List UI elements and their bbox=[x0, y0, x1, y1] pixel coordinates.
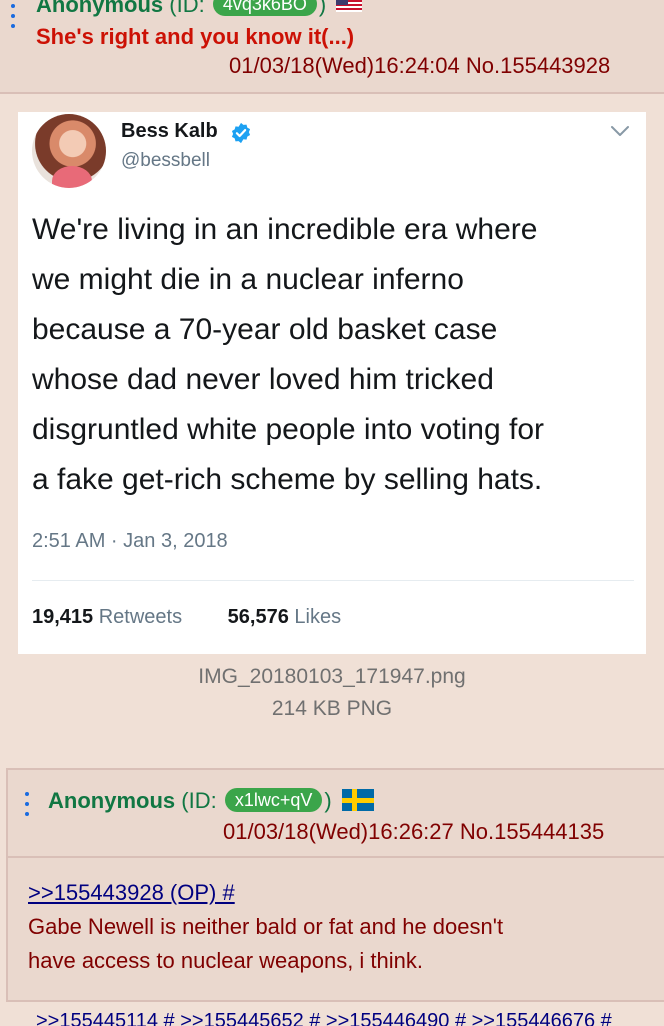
tweet-handle: @bessbell bbox=[121, 150, 210, 171]
post-subject: She's right and you know it(...) bbox=[36, 24, 355, 49]
likes-count: 56,576 bbox=[227, 606, 289, 628]
poster-info: Anonymous (ID: 4vq3k6BO) bbox=[36, 0, 363, 18]
post-reply: Anonymous (ID: x1lwc+qV) 01/03/18(Wed)16… bbox=[6, 768, 664, 1002]
chevron-down-icon bbox=[611, 126, 629, 136]
likes-stat: 56,576 Likes bbox=[228, 606, 341, 629]
post-number[interactable]: No.155444135 bbox=[460, 819, 604, 844]
post-menu-icon[interactable] bbox=[6, 0, 20, 40]
poster-id-prefix: (ID: bbox=[169, 0, 205, 17]
quote-link[interactable]: >>155443928 (OP) # bbox=[28, 876, 658, 910]
post-header: Anonymous (ID: x1lwc+qV) 01/03/18(Wed)16… bbox=[8, 770, 664, 858]
backlinks: >>155445114 # >>155445652 # >>155446490 … bbox=[6, 1000, 664, 1026]
post-body-line: have access to nuclear weapons, i think. bbox=[28, 948, 424, 973]
retweets-label: Retweets bbox=[98, 606, 183, 628]
post-dateline: 01/03/18(Wed)16:26:27 No.155444135 bbox=[223, 819, 604, 845]
retweets-count: 19,415 bbox=[32, 606, 94, 628]
tweet-line: a fake get-rich scheme by selling hats. bbox=[32, 463, 543, 496]
tweet-stats: 19,415 Retweets 56,576 Likes bbox=[32, 606, 341, 629]
poster-name: Anonymous bbox=[36, 0, 164, 17]
tweet-text: We're living in an incredible era where … bbox=[32, 205, 636, 505]
likes-label: Likes bbox=[294, 606, 342, 628]
tweet-timestamp: 2:51 AM · Jan 3, 2018 bbox=[32, 530, 228, 552]
retweets-stat: 19,415 Retweets bbox=[32, 606, 182, 629]
poster-id-badge[interactable]: x1lwc+qV bbox=[224, 788, 323, 812]
tweet-line: we might die in a nuclear inferno bbox=[32, 263, 464, 296]
poster-info: Anonymous (ID: x1lwc+qV) bbox=[48, 788, 374, 814]
poster-id-suffix: ) bbox=[324, 788, 332, 813]
poster-id-suffix: ) bbox=[318, 0, 327, 17]
tweet-card-image[interactable]: Bess Kalb @bessbell We're living in an i… bbox=[18, 112, 646, 654]
avatar bbox=[32, 114, 106, 188]
post-menu-icon[interactable] bbox=[22, 792, 32, 818]
verified-badge-icon bbox=[231, 122, 251, 144]
image-filesize: 214 KB PNG bbox=[271, 697, 393, 720]
poster-id-prefix: (ID: bbox=[181, 788, 217, 813]
post-body: >>155443928 (OP) # Gabe Newell is neithe… bbox=[28, 876, 658, 978]
tweet-line: because a 70-year old basket case bbox=[32, 313, 498, 346]
tweet-line: We're living in an incredible era where bbox=[32, 213, 538, 246]
poster-name: Anonymous bbox=[48, 788, 176, 813]
post-op: Anonymous (ID: 4vq3k6BO) She's right and… bbox=[0, 0, 664, 94]
tweet-line: whose dad never loved him tricked bbox=[32, 363, 494, 396]
post-number[interactable]: No.155443928 bbox=[466, 53, 610, 78]
image-filename[interactable]: IMG_20180103_171947.png bbox=[0, 665, 664, 689]
se-flag-icon bbox=[341, 789, 374, 811]
tweet-line: disgruntled white people into voting for bbox=[32, 413, 544, 446]
poster-id-badge[interactable]: 4vq3k6BO bbox=[212, 0, 317, 16]
tweet-author-name: Bess Kalb bbox=[121, 120, 218, 142]
us-flag-icon bbox=[336, 0, 363, 12]
post-body-line: Gabe Newell is neither bald or fat and h… bbox=[28, 914, 504, 939]
post-datetime: 01/03/18(Wed)16:26:27 bbox=[223, 819, 454, 844]
post-dateline: 01/03/18(Wed)16:24:04 No.155443928 bbox=[229, 53, 610, 79]
divider bbox=[32, 580, 634, 581]
post-datetime: 01/03/18(Wed)16:24:04 bbox=[229, 53, 460, 78]
